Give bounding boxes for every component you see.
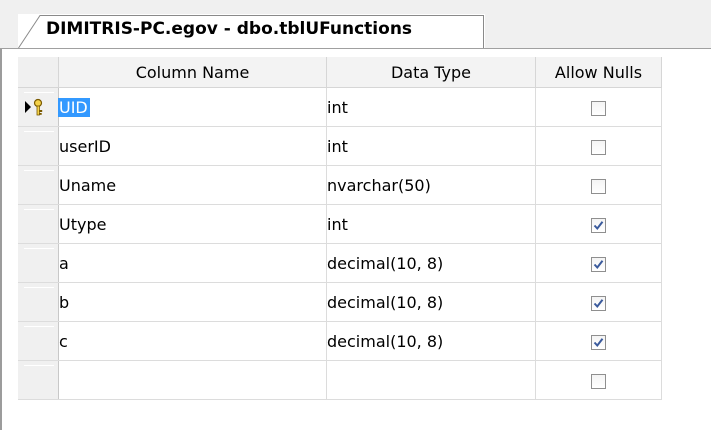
table-row[interactable]: UID int xyxy=(18,87,662,127)
data-type-cell[interactable]: nvarchar(50) xyxy=(326,165,536,205)
data-type-cell[interactable]: int xyxy=(326,87,536,127)
data-type-cell[interactable] xyxy=(326,360,536,400)
allow-nulls-checkbox[interactable] xyxy=(591,100,606,116)
column-name-text: userID xyxy=(59,136,111,156)
document-tab-strip: DIMITRIS-PC.egov - dbo.tblUFunctions xyxy=(0,0,711,49)
allow-nulls-header[interactable]: Allow Nulls xyxy=(535,57,662,88)
allow-nulls-cell xyxy=(535,243,662,283)
row-selector-highlight xyxy=(24,209,54,210)
allow-nulls-cell xyxy=(535,282,662,322)
header-row: Column Name Data Type Allow Nulls xyxy=(18,57,662,88)
row-selector-highlight xyxy=(24,170,54,171)
column-name-text: Utype xyxy=(59,214,107,234)
data-type-cell[interactable]: decimal(10, 8) xyxy=(326,282,536,322)
column-name-header[interactable]: Column Name xyxy=(58,57,327,88)
tab-title: DIMITRIS-PC.egov - dbo.tblUFunctions xyxy=(46,19,413,39)
row-selector-highlight xyxy=(24,326,54,327)
table-row[interactable]: Utype int xyxy=(18,204,662,244)
row-selector[interactable] xyxy=(18,321,59,361)
column-name-text: UID xyxy=(57,97,90,117)
table-row[interactable]: c decimal(10, 8) xyxy=(18,321,662,361)
allow-nulls-checkbox[interactable] xyxy=(591,217,606,233)
allow-nulls-cell xyxy=(535,360,662,400)
column-name-text: a xyxy=(59,253,69,273)
data-type-cell[interactable]: int xyxy=(326,126,536,166)
row-selector[interactable] xyxy=(18,126,59,166)
column-name-text: c xyxy=(59,331,68,351)
allow-nulls-checkbox[interactable] xyxy=(591,373,606,389)
row-selector-header[interactable] xyxy=(18,57,59,88)
column-name-cell[interactable]: c xyxy=(58,321,327,361)
allow-nulls-checkbox[interactable] xyxy=(591,256,606,272)
column-name-cell[interactable]: Uname xyxy=(58,165,327,205)
row-selector-highlight xyxy=(24,365,54,366)
column-name-cell[interactable]: UID xyxy=(57,87,327,127)
allow-nulls-cell xyxy=(535,204,662,244)
table-row[interactable] xyxy=(18,360,662,400)
document-tab[interactable]: DIMITRIS-PC.egov - dbo.tblUFunctions xyxy=(18,14,485,49)
row-selector-highlight xyxy=(24,92,54,93)
row-selector[interactable] xyxy=(18,87,59,127)
table-row[interactable]: b decimal(10, 8) xyxy=(18,282,662,322)
column-name-cell[interactable]: b xyxy=(58,282,327,322)
table-row[interactable]: userID int xyxy=(18,126,662,166)
column-grid: Column Name Data Type Allow Nulls UID int… xyxy=(18,57,662,400)
allow-nulls-cell xyxy=(535,165,662,205)
data-type-cell[interactable]: decimal(10, 8) xyxy=(326,243,536,283)
row-selector[interactable] xyxy=(18,165,59,205)
row-selector[interactable] xyxy=(18,282,59,322)
column-name-text: Uname xyxy=(59,175,117,195)
allow-nulls-cell xyxy=(535,87,662,127)
data-type-cell[interactable]: decimal(10, 8) xyxy=(326,321,536,361)
allow-nulls-checkbox[interactable] xyxy=(591,295,606,311)
row-selector[interactable] xyxy=(18,243,59,283)
data-type-cell[interactable]: int xyxy=(326,204,536,244)
check-icon xyxy=(593,337,604,347)
column-name-cell[interactable]: userID xyxy=(58,126,327,166)
allow-nulls-checkbox[interactable] xyxy=(591,139,606,155)
check-icon xyxy=(593,220,604,230)
column-name-text: b xyxy=(59,292,70,312)
allow-nulls-cell xyxy=(535,321,662,361)
row-selector-highlight xyxy=(24,131,54,132)
column-name-cell[interactable] xyxy=(58,360,327,400)
data-type-header[interactable]: Data Type xyxy=(326,57,536,88)
row-indicator-key-icon xyxy=(25,98,43,116)
row-selector-highlight xyxy=(24,287,54,288)
row-selector[interactable] xyxy=(18,360,59,400)
row-selector[interactable] xyxy=(18,204,59,244)
column-name-cell[interactable]: a xyxy=(58,243,327,283)
column-name-cell[interactable]: Utype xyxy=(58,204,327,244)
table-row[interactable]: a decimal(10, 8) xyxy=(18,243,662,283)
allow-nulls-checkbox[interactable] xyxy=(591,334,606,350)
check-icon xyxy=(593,298,604,308)
allow-nulls-cell xyxy=(535,126,662,166)
table-designer-grid-area: Column Name Data Type Allow Nulls UID int… xyxy=(0,49,711,430)
row-selector-highlight xyxy=(24,248,54,249)
table-row[interactable]: Uname nvarchar(50) xyxy=(18,165,662,205)
allow-nulls-checkbox[interactable] xyxy=(591,178,606,194)
check-icon xyxy=(593,259,604,269)
